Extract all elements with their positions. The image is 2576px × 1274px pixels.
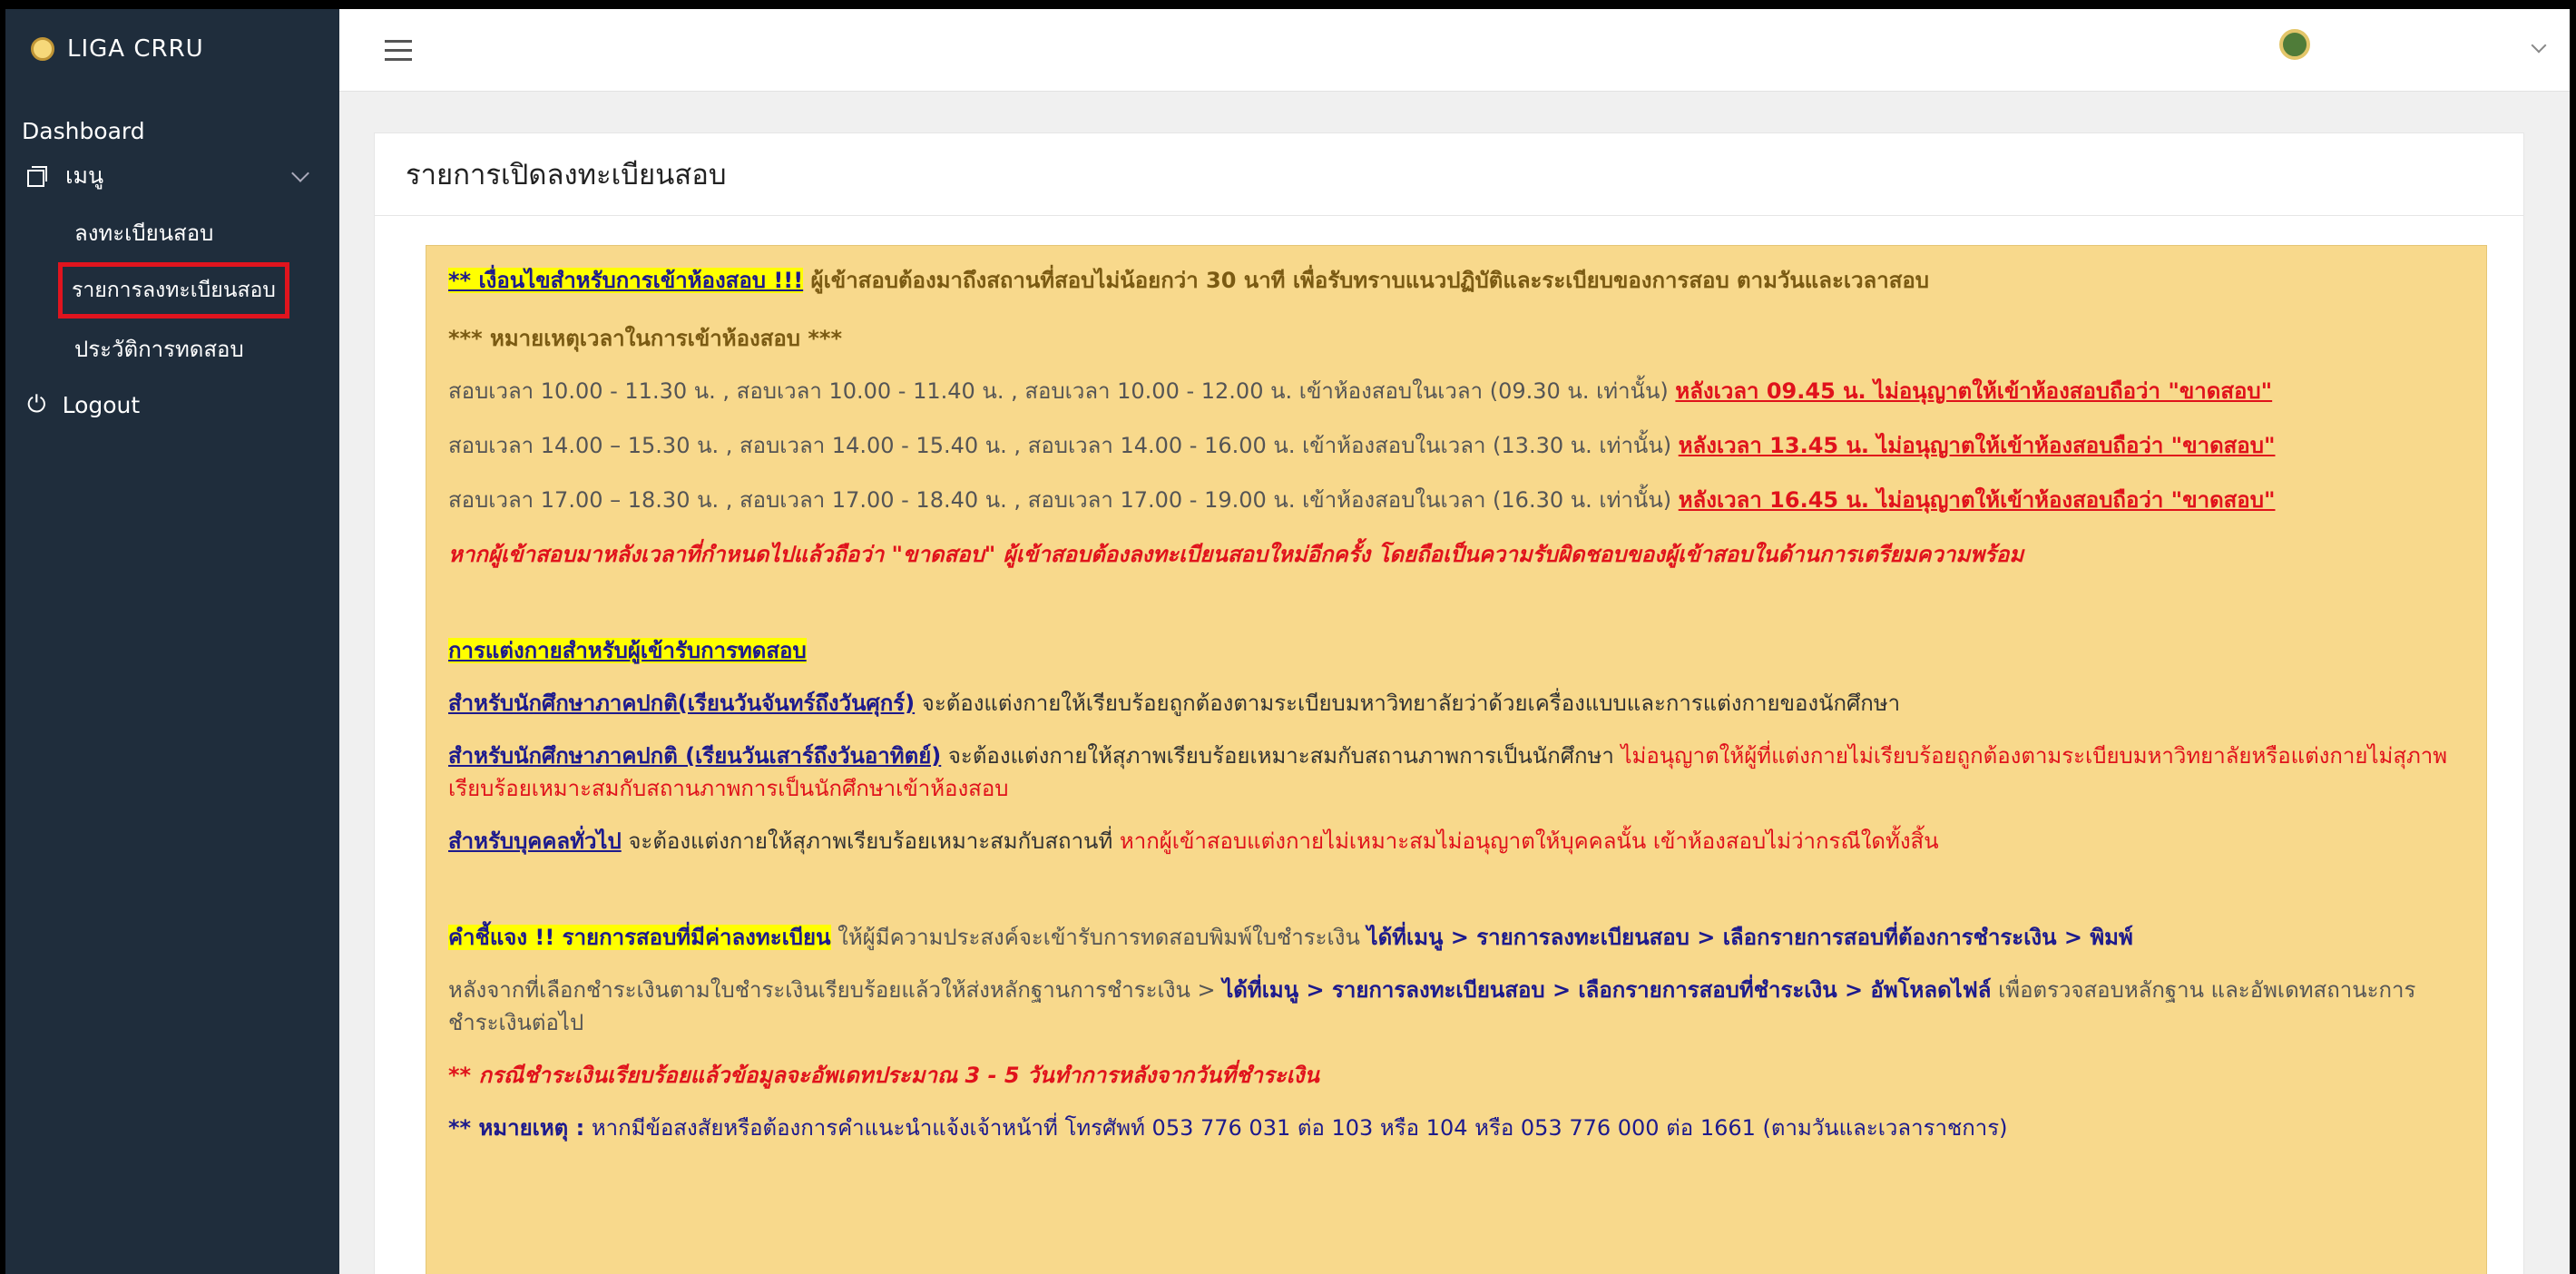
chevron-down-icon: [291, 164, 309, 182]
brand[interactable]: LIGA CRRU: [5, 9, 339, 89]
avatar[interactable]: [2279, 29, 2310, 60]
late-notice: หลังเวลา 16.45 น. ไม่อนุญาตให้เข้าห้องสอ…: [1678, 487, 2276, 513]
update-note: ** กรณีชำระเงินเรียบร้อยแล้วข้อมูลจะอัพเ…: [448, 1063, 1319, 1088]
top-header: [339, 9, 2570, 92]
sidebar-item-test-history[interactable]: ประวัติการทดสอบ: [5, 319, 339, 377]
condition-label: ** เงื่อนไขสำหรับการเข้าห้องสอบ !!!: [448, 268, 804, 293]
sidebar-item-logout[interactable]: ⏻ Logout: [5, 377, 339, 432]
sidebar-item-registration-list[interactable]: รายการลงทะเบียนสอบ: [5, 261, 339, 319]
dress-header-line: การแต่งกายสำหรับผู้เข้ารับการทดสอบ: [448, 634, 2464, 667]
brand-title: LIGA CRRU: [67, 35, 204, 63]
condition-line: ** เงื่อนไขสำหรับการเข้าห้องสอบ !!! ผู้เ…: [448, 268, 1930, 293]
sidebar-sub-label: ลงทะเบียนสอบ: [74, 220, 214, 246]
chevron-down-icon[interactable]: [2531, 37, 2547, 54]
time-row: สอบเวลา 14.00 – 15.30 น. , สอบเวลา 14.00…: [448, 433, 2276, 458]
sidebar-item-register-exam[interactable]: ลงทะเบียนสอบ: [5, 203, 339, 261]
late-notice: หลังเวลา 13.45 น. ไม่อนุญาตให้เข้าห้องสอ…: [1678, 433, 2276, 458]
sidebar-sub-label: รายการลงทะเบียนสอบ: [58, 262, 289, 318]
sidebar-item-dashboard[interactable]: Dashboard: [5, 113, 339, 149]
late-warning: หากผู้เข้าสอบมาหลังเวลาที่กำหนดไปแล้วถือ…: [448, 542, 2024, 567]
dress-rule: สำหรับนักศึกษาภาคปกติ (เรียนวันเสาร์ถึงว…: [448, 743, 2448, 801]
dress-rule: สำหรับบุคคลทั่วไป จะต้องแต่งกายให้สุภาพเ…: [448, 828, 1939, 854]
sidebar-dashboard-label: Dashboard: [22, 117, 145, 144]
app-window: LIGA CRRU Dashboard เมนู ลงทะเบียนสอบ รา…: [5, 9, 2570, 1274]
notice-box: ** เงื่อนไขสำหรับการเข้าห้องสอบ !!! ผู้เ…: [426, 245, 2487, 1274]
fee-line: คำชี้แจง !! รายการสอบที่มีค่าลงทะเบียน ใ…: [448, 925, 2133, 950]
crru-logo-icon: [31, 37, 54, 61]
fee-label: คำชี้แจง !! รายการสอบที่มีค่าลงทะเบียน: [448, 925, 831, 950]
dress-rule: สำหรับนักศึกษาภาคปกติ(เรียนวันจันทร์ถึงว…: [448, 691, 1901, 716]
remark-line: ** หมายเหตุ : หากมีข้อสงสัยหรือต้องการคำ…: [448, 1115, 2008, 1141]
sidebar-item-menu[interactable]: เมนู: [5, 149, 339, 203]
upload-line: หลังจากที่เลือกชำระเงินตามใบชำระเงินเรีย…: [448, 977, 2416, 1035]
time-row: สอบเวลา 17.00 – 18.30 น. , สอบเวลา 17.00…: [448, 487, 2276, 513]
sidebar-menu-label: เมนู: [65, 162, 104, 189]
hamburger-menu-icon[interactable]: [385, 40, 412, 67]
sidebar-sub-label: ประวัติการทดสอบ: [74, 336, 244, 362]
time-row: สอบเวลา 10.00 - 11.30 น. , สอบเวลา 10.00…: [448, 378, 2273, 404]
page-title: รายการเปิดลงทะเบียนสอบ: [375, 133, 2523, 216]
copy-icon: [27, 166, 47, 187]
time-note-header: *** หมายเหตุเวลาในการเข้าห้องสอบ ***: [448, 326, 843, 351]
power-icon: ⏻: [27, 390, 46, 418]
content-card: รายการเปิดลงทะเบียนสอบ ** เงื่อนไขสำหรับ…: [374, 132, 2524, 1274]
sidebar-logout-label: Logout: [62, 391, 141, 418]
sidebar: LIGA CRRU Dashboard เมนู ลงทะเบียนสอบ รา…: [5, 9, 339, 1274]
late-notice: หลังเวลา 09.45 น. ไม่อนุญาตให้เข้าห้องสอ…: [1675, 378, 2273, 404]
dress-header: การแต่งกายสำหรับผู้เข้ารับการทดสอบ: [448, 638, 807, 663]
